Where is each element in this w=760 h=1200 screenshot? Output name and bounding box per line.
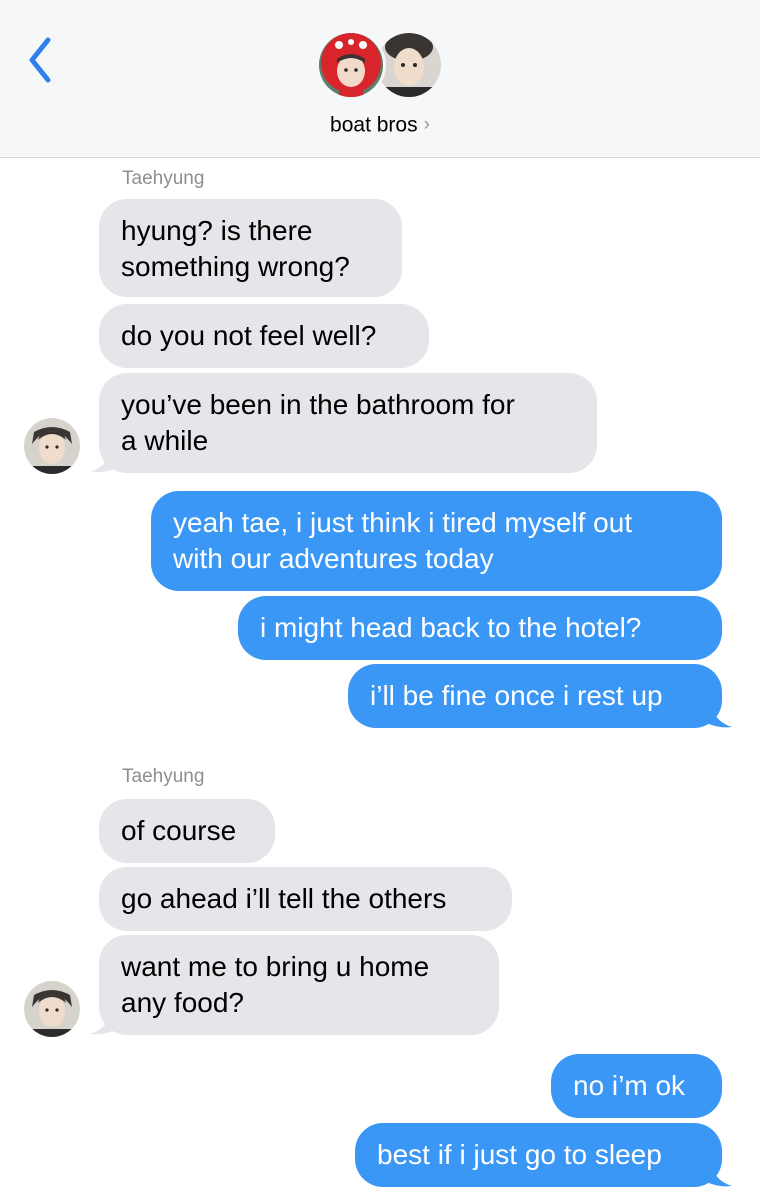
back-chevron-icon[interactable] [22,34,62,86]
sender-name: Taehyung [122,168,205,189]
received-message[interactable]: do you not feel well? [99,304,429,368]
sent-message[interactable]: no i’m ok [551,1054,722,1118]
received-message[interactable]: go ahead i’ll tell the others [99,867,512,931]
received-bubble-tail-icon [90,446,122,473]
message-line: go ahead i’ll tell the others [121,883,447,914]
received-bubble-tail-icon [90,1008,122,1035]
message-line: want me to bring u home [121,951,430,982]
group-avatar-red-hood[interactable] [316,30,386,100]
message-line: of course [121,815,237,846]
sender-name: Taehyung [122,766,205,787]
sent-message[interactable]: i might head back to the hotel? [238,596,722,660]
conversation-header: boat bros › [0,0,760,158]
sent-bubble-tail-icon [700,1160,732,1187]
sender-avatar[interactable] [24,418,80,474]
sender-avatar[interactable] [24,981,80,1037]
group-avatars[interactable] [316,30,446,104]
received-message[interactable]: of course [99,799,275,863]
message-line: no i’m ok [573,1070,686,1101]
message-line: with our adventures today [173,543,494,574]
conversation-title[interactable]: boat bros [330,113,418,136]
message-line: best if i just go to sleep [377,1139,662,1170]
message-line: any food? [121,987,244,1018]
message-line: a while [121,425,209,456]
sent-bubble-tail-icon [700,701,732,728]
sent-message[interactable]: best if i just go to sleep [355,1123,722,1187]
conversation-title-button[interactable]: boat bros › [0,113,760,137]
message-line: something wrong? [121,251,350,282]
title-chevron-icon: › [423,114,430,136]
message-line: hyung? is there [121,215,313,246]
message-line: yeah tae, i just think i tired myself ou… [173,507,633,538]
received-message[interactable]: you’ve been in the bathroom for a while [99,373,597,473]
message-line: i might head back to the hotel? [260,612,642,643]
received-message[interactable]: hyung? is there something wrong? [99,199,402,297]
message-line: you’ve been in the bathroom for [121,389,515,420]
message-line: i’ll be fine once i rest up [370,680,663,711]
message-line: do you not feel well? [121,320,377,351]
sent-message[interactable]: yeah tae, i just think i tired myself ou… [151,491,722,591]
sent-message[interactable]: i’ll be fine once i rest up [348,664,722,728]
received-message[interactable]: want me to bring u home any food? [99,935,499,1035]
back-button[interactable] [22,34,62,86]
